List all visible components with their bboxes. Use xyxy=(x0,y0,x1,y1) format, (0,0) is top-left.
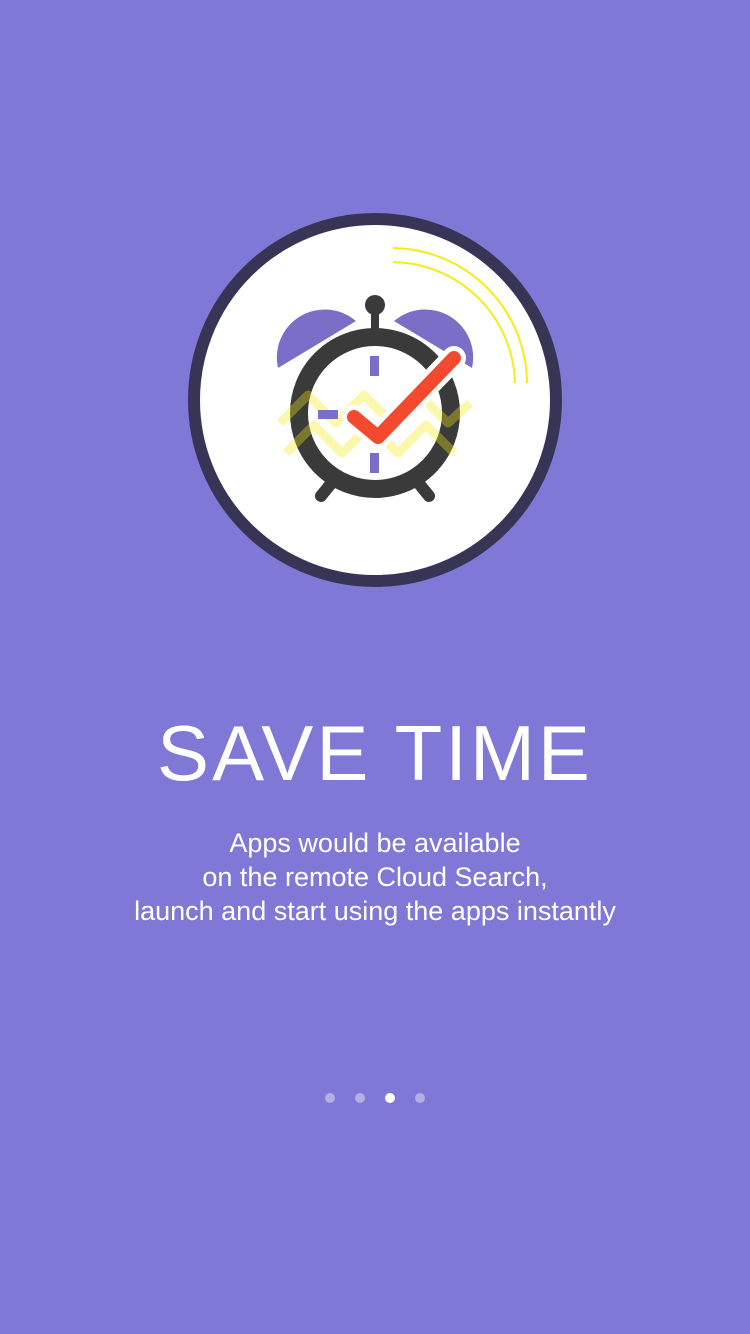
description-line: Apps would be available xyxy=(229,828,521,858)
description-line: launch and start using the apps instantl… xyxy=(134,896,616,926)
page-title: SAVE TIME xyxy=(157,709,593,797)
description-line: on the remote Cloud Search, xyxy=(202,862,548,892)
page-dot-1[interactable] xyxy=(325,1093,335,1103)
page-dot-2[interactable] xyxy=(355,1093,365,1103)
onboarding-screen: SAVE TIME Apps would be available on the… xyxy=(0,0,750,1334)
page-indicator xyxy=(0,1093,750,1105)
page-dot-3-active[interactable] xyxy=(385,1093,395,1103)
page-dot-4[interactable] xyxy=(415,1093,425,1103)
alarm-clock-check-icon xyxy=(188,213,562,587)
page-description: Apps would be available on the remote Cl… xyxy=(60,826,690,928)
